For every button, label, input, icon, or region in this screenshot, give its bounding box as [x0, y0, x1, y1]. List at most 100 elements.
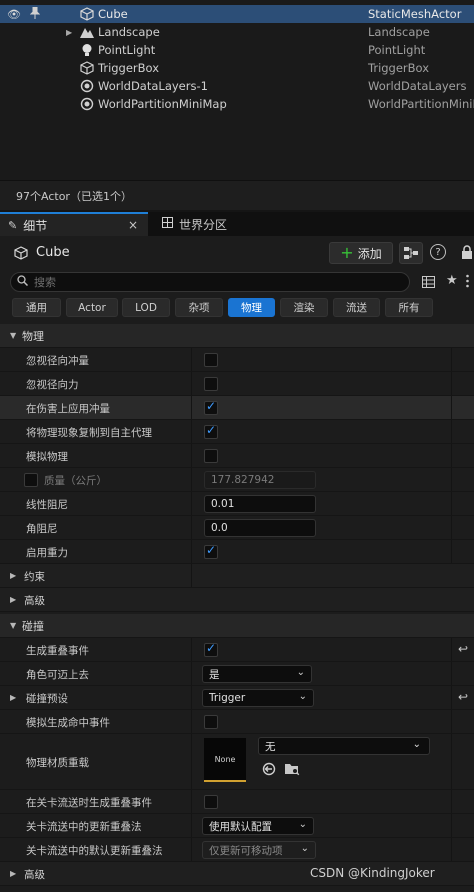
search-input[interactable]	[34, 275, 394, 289]
prop-label: 关卡流送中的更新重叠法	[26, 820, 142, 833]
visibility-eye-icon[interactable]: 👁	[6, 8, 22, 21]
use-selected-asset-icon[interactable]	[262, 762, 276, 779]
prop-label: 模拟生成命中事件	[26, 716, 110, 729]
overlap-on-streaming-checkbox[interactable]	[204, 795, 218, 809]
outliner-row-worlddatalayers[interactable]: WorldDataLayers-1 WorldDataLayers	[0, 77, 474, 95]
material-thumbnail[interactable]: None	[204, 738, 246, 782]
reset-column	[451, 540, 474, 563]
angular-damping-field[interactable]: 0.0	[204, 519, 316, 537]
category-collision[interactable]: ▼ 碰撞	[0, 614, 474, 638]
outliner-row-triggerbox[interactable]: TriggerBox TriggerBox	[0, 59, 474, 77]
close-icon[interactable]: ×	[128, 218, 138, 232]
dropdown-value: 仅更新可移动项	[209, 844, 283, 857]
reset-column	[451, 790, 474, 813]
prop-linear-damping: 线性阻尼 0.01	[0, 492, 474, 516]
reset-column	[451, 444, 474, 467]
property-matrix-icon[interactable]	[422, 276, 435, 291]
apply-impulse-on-damage-checkbox[interactable]	[204, 399, 218, 415]
replicate-physics-checkbox[interactable]	[204, 423, 218, 439]
expand-arrow-icon[interactable]: ▶	[10, 595, 16, 604]
can-step-up-dropdown[interactable]: 是 ⌄	[202, 665, 312, 683]
reset-column	[451, 468, 474, 491]
favorite-star-icon[interactable]: ★	[446, 273, 458, 288]
value-column	[191, 790, 451, 813]
ignore-radial-force-checkbox[interactable]	[204, 377, 218, 391]
group-label: 高级	[24, 868, 45, 881]
reset-column	[451, 348, 474, 371]
reset-column	[451, 814, 474, 837]
mass-override-checkbox[interactable]	[24, 473, 38, 487]
add-button-label: 添加	[357, 246, 382, 261]
details-header: Cube + 添加 ?	[0, 236, 474, 270]
filter-lod[interactable]: LOD	[122, 298, 170, 317]
filter-all[interactable]: 所有	[385, 298, 433, 317]
prop-generate-overlap-on-level-streaming: 在关卡流送时生成重叠事件	[0, 790, 474, 814]
prop-label: 模拟物理	[26, 450, 68, 463]
more-options-icon[interactable]	[466, 274, 469, 288]
tab-world-partition[interactable]: 世界分区	[154, 212, 274, 236]
prop-ignore-radial-impulse: 忽视径向冲量	[0, 348, 474, 372]
outliner-row-landscape[interactable]: ▶ Landscape Landscape	[0, 23, 474, 41]
blueprint-button[interactable]	[399, 242, 423, 264]
reset-column	[451, 396, 474, 419]
enable-gravity-checkbox[interactable]	[204, 543, 218, 559]
category-physics[interactable]: ▼ 物理	[0, 324, 474, 348]
value-column: None 无 ⌄	[191, 734, 451, 789]
collapse-arrow-icon[interactable]: ▼	[10, 331, 16, 340]
add-component-button[interactable]: + 添加	[329, 242, 393, 264]
filter-streaming[interactable]: 流送	[333, 298, 380, 317]
update-overlaps-method-dropdown[interactable]: 使用默认配置 ⌄	[202, 817, 314, 835]
material-asset-dropdown[interactable]: 无 ⌄	[258, 737, 430, 755]
value-column	[191, 444, 451, 467]
outliner-item-name: PointLight	[98, 43, 156, 57]
reset-column	[451, 420, 474, 443]
prop-label: 关卡流送中的默认更新重叠法	[26, 844, 163, 857]
value-column	[191, 710, 451, 733]
pin-icon[interactable]	[29, 6, 42, 22]
expand-arrow-icon[interactable]: ▶	[10, 693, 16, 702]
ignore-radial-impulse-checkbox[interactable]	[204, 353, 218, 367]
collision-presets-dropdown[interactable]: Trigger ⌄	[202, 689, 314, 707]
sim-hit-events-checkbox[interactable]	[204, 715, 218, 729]
value-column: 仅更新可移动项 ⌄	[191, 838, 451, 861]
linear-damping-field[interactable]: 0.01	[204, 495, 316, 513]
value-column	[191, 420, 451, 443]
outliner-row-worldpartitionminimap[interactable]: WorldPartitionMiniMap WorldPartitionMini…	[0, 95, 474, 113]
lock-icon[interactable]	[460, 245, 474, 259]
chevron-down-icon: ⌄	[412, 739, 421, 750]
generate-overlap-events-checkbox[interactable]	[204, 641, 218, 657]
filter-general[interactable]: 通用	[12, 298, 61, 317]
filter-physics[interactable]: 物理	[228, 298, 275, 317]
prop-label: 生成重叠事件	[26, 644, 89, 657]
help-icon[interactable]: ?	[430, 244, 446, 260]
category-label: 碰撞	[22, 620, 44, 633]
prop-default-update-overlaps-method: 关卡流送中的默认更新重叠法 仅更新可移动项 ⌄	[0, 838, 474, 862]
filter-actor[interactable]: Actor	[66, 298, 118, 317]
browse-folder-icon[interactable]	[284, 762, 300, 779]
expand-arrow-icon[interactable]: ▶	[10, 869, 16, 878]
reset-column: ↩	[451, 638, 474, 661]
prop-label: 忽视径向力	[26, 378, 79, 391]
prop-label: 启用重力	[26, 546, 68, 559]
reset-to-default-icon[interactable]: ↩	[458, 642, 468, 656]
group-constraints[interactable]: ▶ 约束	[0, 564, 474, 588]
prop-label: 角阻尼	[26, 522, 58, 535]
outliner-row-cube[interactable]: 👁 Cube StaticMeshActor	[0, 5, 474, 23]
expand-arrow-icon[interactable]: ▶	[10, 571, 16, 580]
default-update-overlaps-dropdown: 仅更新可移动项 ⌄	[202, 841, 316, 859]
tab-details[interactable]: ✎ 细节 ×	[0, 212, 148, 236]
filter-misc[interactable]: 杂项	[175, 298, 223, 317]
group-physics-advanced[interactable]: ▶ 高级	[0, 588, 474, 612]
dropdown-value: 是	[209, 668, 220, 681]
filter-rendering[interactable]: 渲染	[280, 298, 328, 317]
expand-arrow-icon[interactable]: ▶	[66, 28, 72, 37]
collapse-arrow-icon[interactable]: ▼	[10, 621, 16, 630]
pencil-icon: ✎	[8, 218, 18, 232]
reset-to-default-icon[interactable]: ↩	[458, 690, 468, 704]
panel-tab-bar: ✎ 细节 × 世界分区	[0, 212, 474, 236]
prop-label: 线性阻尼	[26, 498, 68, 511]
outliner-row-pointlight[interactable]: PointLight PointLight	[0, 41, 474, 59]
value-column	[191, 348, 451, 371]
tab-label: 世界分区	[179, 217, 228, 232]
simulate-physics-checkbox[interactable]	[204, 449, 218, 463]
